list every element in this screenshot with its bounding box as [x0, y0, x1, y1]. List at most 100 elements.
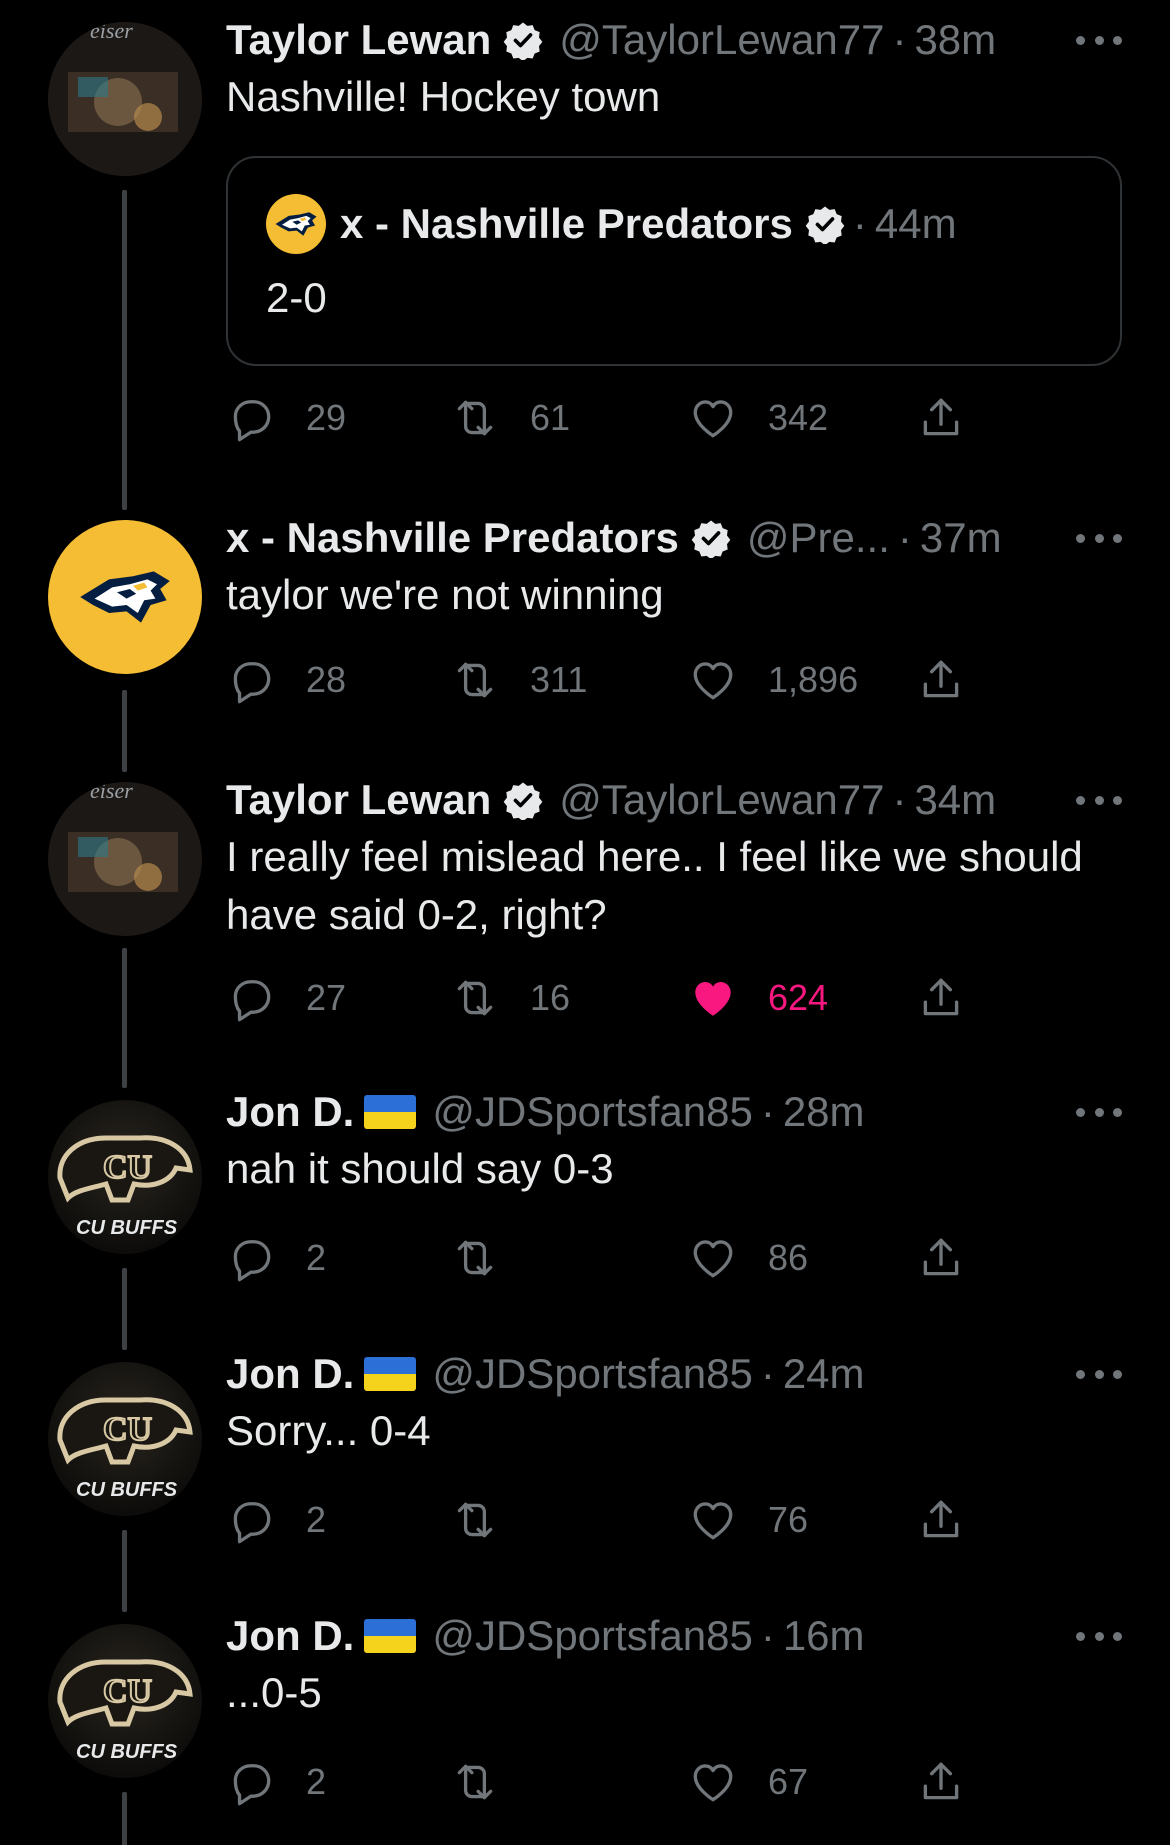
tweet-actions: 28 311 1,896 [226, 650, 986, 710]
handle[interactable]: @JDSportsfan85 [432, 1348, 752, 1400]
more-horizontal-icon[interactable] [1076, 20, 1122, 60]
handle[interactable]: @TaylorLewan77 [559, 14, 884, 66]
tweet-header: Taylor Lewan @TaylorLewan77 · 34m [226, 774, 1122, 826]
separator-dot: · [852, 200, 867, 247]
ukraine-flag-icon [364, 1619, 417, 1653]
timestamp[interactable]: 37m [920, 512, 1002, 564]
more-horizontal-icon[interactable] [1076, 780, 1122, 820]
reply-count: 28 [306, 659, 347, 700]
retweet-icon [450, 973, 500, 1023]
like-button[interactable]: 67 [688, 1752, 808, 1812]
avatar[interactable]: eiser [48, 22, 202, 176]
retweet-button[interactable] [450, 1752, 530, 1812]
tweet-header: x - Nashville Predators @Pre... · 37m [226, 512, 1122, 564]
tweet-actions: 2 67 [226, 1752, 986, 1812]
display-name[interactable]: Taylor Lewan [226, 774, 491, 826]
avatar-label: eiser [90, 22, 133, 43]
more-horizontal-icon[interactable] [1076, 1616, 1122, 1656]
avatar [266, 194, 326, 254]
display-name[interactable]: x - Nashville Predators [226, 512, 679, 564]
more-horizontal-icon[interactable] [1076, 1354, 1122, 1394]
tweet-header: Jon D. @JDSportsfan85 · 16m [226, 1610, 1122, 1662]
retweet-button[interactable]: 311 [450, 650, 587, 710]
ukraine-flag-icon [364, 1095, 417, 1129]
reply-count: 27 [306, 977, 347, 1018]
separator-dot: · [892, 16, 907, 63]
display-name[interactable]: Jon D. [226, 1610, 354, 1662]
more-horizontal-icon[interactable] [1076, 518, 1122, 558]
more-horizontal-icon[interactable] [1076, 1092, 1122, 1132]
like-button[interactable]: 342 [688, 388, 828, 448]
thread-line [122, 1530, 127, 1612]
reply-button[interactable]: 28 [226, 650, 346, 710]
tweet-actions: 29 61 342 [226, 388, 986, 448]
separator-dot: · [897, 514, 912, 561]
tweet-text: taylor we're not winning [226, 571, 664, 618]
share-icon [916, 393, 966, 443]
avatar-image: eiser [48, 782, 202, 936]
cu-buffs-logo-icon: CU CU BUFFS [57, 1397, 193, 1501]
handle[interactable]: @JDSportsfan85 [432, 1610, 752, 1662]
retweet-icon [450, 1233, 500, 1283]
display-name[interactable]: Jon D. [226, 1348, 354, 1400]
reply-button[interactable]: 2 [226, 1228, 326, 1288]
timestamp[interactable]: 38m [914, 14, 996, 66]
heart-icon [688, 1233, 738, 1283]
like-button[interactable]: 624 [688, 968, 828, 1028]
reply-count: 2 [306, 1761, 327, 1802]
share-icon [916, 1233, 966, 1283]
display-name[interactable]: Jon D. [226, 1086, 354, 1138]
timestamp[interactable]: 24m [783, 1348, 865, 1400]
share-button[interactable] [916, 1228, 996, 1288]
like-count: 86 [768, 1237, 809, 1278]
separator-dot: · [760, 1612, 775, 1659]
timestamp[interactable]: 34m [914, 774, 996, 826]
like-count: 624 [768, 977, 829, 1018]
like-button[interactable]: 1,896 [688, 650, 858, 710]
timestamp[interactable]: 16m [783, 1610, 865, 1662]
tweet-actions: 2 76 [226, 1490, 986, 1550]
svg-text:CU: CU [103, 1411, 152, 1448]
share-icon [916, 1757, 966, 1807]
timestamp[interactable]: 28m [783, 1086, 865, 1138]
handle[interactable]: @TaylorLewan77 [559, 774, 884, 826]
verified-badge-icon [503, 20, 543, 60]
heart-filled-icon [688, 973, 738, 1023]
avatar[interactable]: CU CU BUFFS [48, 1362, 202, 1516]
share-button[interactable] [916, 1752, 996, 1812]
handle[interactable]: @JDSportsfan85 [432, 1086, 752, 1138]
share-icon [916, 973, 966, 1023]
tweet-text: Nashville! Hockey town [226, 73, 661, 120]
display-name[interactable]: Taylor Lewan [226, 14, 491, 66]
like-button[interactable]: 76 [688, 1490, 808, 1550]
share-button[interactable] [916, 968, 996, 1028]
retweet-button[interactable]: 16 [450, 968, 570, 1028]
share-button[interactable] [916, 650, 996, 710]
reply-button[interactable]: 29 [226, 388, 346, 448]
reply-icon [226, 1495, 276, 1545]
retweet-count: 61 [530, 397, 571, 438]
avatar[interactable]: CU CU BUFFS [48, 1100, 202, 1254]
reply-count: 2 [306, 1237, 327, 1278]
avatar[interactable] [48, 520, 202, 674]
avatar[interactable]: eiser [48, 782, 202, 936]
retweet-icon [450, 393, 500, 443]
thread-line [122, 948, 127, 1088]
avatar-image: eiser [48, 22, 202, 176]
retweet-button[interactable] [450, 1228, 530, 1288]
retweet-button[interactable]: 61 [450, 388, 570, 448]
avatar[interactable]: CU CU BUFFS [48, 1624, 202, 1778]
separator-dot: · [892, 776, 907, 823]
reply-button[interactable]: 2 [226, 1752, 326, 1812]
reply-icon [226, 655, 276, 705]
reply-button[interactable]: 2 [226, 1490, 326, 1550]
share-button[interactable] [916, 1490, 996, 1550]
reply-button[interactable]: 27 [226, 968, 346, 1028]
reply-icon [226, 393, 276, 443]
quoted-tweet[interactable]: x - Nashville Predators · 44m 2-0 [226, 156, 1122, 366]
share-icon [916, 655, 966, 705]
retweet-button[interactable] [450, 1490, 530, 1550]
share-button[interactable] [916, 388, 996, 448]
like-button[interactable]: 86 [688, 1228, 808, 1288]
handle[interactable]: @Pre... [747, 512, 890, 564]
